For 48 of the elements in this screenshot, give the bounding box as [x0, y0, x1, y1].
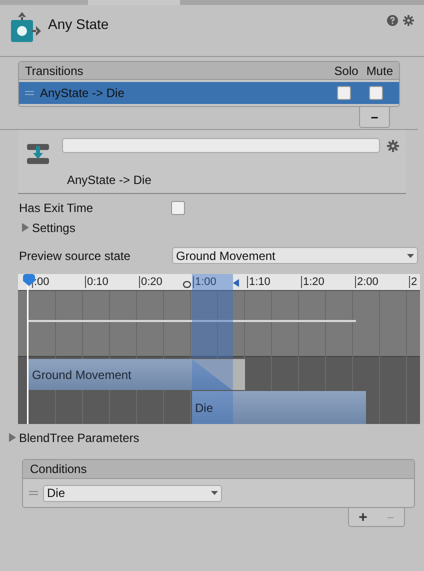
transition-name: AnyState -> Die	[40, 85, 126, 102]
field-label: Has Exit Time	[19, 200, 94, 216]
name-field[interactable]	[62, 138, 380, 153]
checkbox[interactable]	[171, 200, 185, 214]
remove-button[interactable]: −	[359, 107, 390, 128]
solo-checkbox[interactable]	[337, 86, 351, 100]
time-tick-label: 2:00	[355, 276, 378, 288]
dropdown-arrow-icon	[407, 254, 414, 258]
start-marker-icon[interactable]	[183, 281, 191, 288]
time-ruler[interactable]: :00 0:10 0:20 1:00 1:10 1:20 2:00 2	[18, 274, 420, 291]
collapsed-arrow-icon[interactable]	[8, 433, 16, 442]
collapsed-arrow-icon[interactable]	[21, 223, 29, 232]
transition-label: AnyState -> Die	[67, 172, 152, 189]
mute-checkbox[interactable]	[369, 86, 383, 100]
drag-handle-icon[interactable]	[25, 90, 34, 96]
inspector-title: Any State	[48, 15, 110, 34]
transition-blend-drawing	[192, 359, 245, 390]
timeline[interactable]: :00 0:10 0:20 1:00 1:10 1:20 2:00 2 Ground Movement Die	[18, 274, 420, 424]
column-header: Mute	[366, 62, 393, 80]
any-state-icon	[10, 11, 42, 45]
time-tick-label: 2	[409, 276, 418, 288]
settings-icon[interactable]	[387, 140, 399, 152]
clip-name: Die	[195, 400, 214, 416]
time-tick-label: 0:10	[85, 276, 108, 288]
transition-icon	[27, 143, 49, 165]
time-tick-label: 1:20	[301, 276, 324, 288]
drag-handle-icon[interactable]	[29, 490, 38, 496]
dropdown[interactable]: Die	[43, 484, 222, 502]
time-tick-label: 1:10	[247, 276, 270, 288]
time-tick-label: 1:00	[193, 276, 216, 288]
help-icon[interactable]	[387, 15, 398, 26]
dropdown[interactable]: Ground Movement	[172, 247, 418, 264]
dropdown-arrow-icon	[211, 491, 218, 495]
settings-icon[interactable]	[403, 15, 414, 26]
column-header: Solo	[334, 62, 358, 80]
foldout-label[interactable]: BlendTree Parameters	[19, 428, 140, 446]
column-header: Transitions	[25, 62, 84, 80]
transition-range[interactable]	[192, 274, 233, 358]
foldout-label[interactable]: Settings	[32, 218, 76, 236]
clip-name: Ground Movement	[32, 366, 132, 384]
field-label: Preview source state	[19, 248, 132, 264]
end-marker-icon[interactable]	[233, 279, 240, 287]
clip-bar[interactable]: Ground Movement	[28, 359, 245, 390]
clip-bar[interactable]: Die	[192, 391, 366, 424]
time-tick-label: 0:20	[139, 276, 162, 288]
list-title: Conditions	[30, 461, 87, 478]
transition-row[interactable]: AnyState -> Die	[19, 82, 399, 104]
add-button[interactable]: +	[358, 510, 368, 524]
